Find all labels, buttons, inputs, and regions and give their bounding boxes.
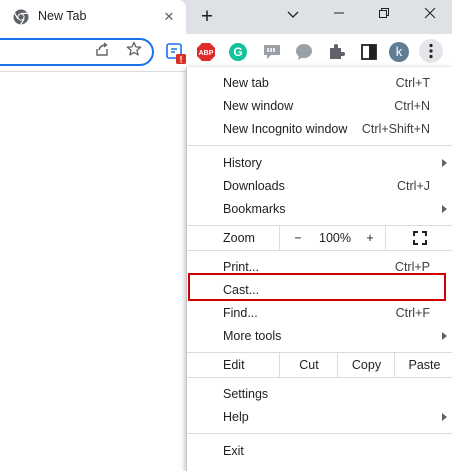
zoom-label: Zoom bbox=[223, 231, 255, 245]
chat-extension-icon[interactable] bbox=[294, 42, 314, 62]
menu-item-new-tab[interactable]: New tab Ctrl+T bbox=[187, 72, 452, 95]
profile-avatar[interactable]: k bbox=[389, 42, 409, 62]
submenu-arrow-icon bbox=[442, 413, 447, 421]
menu-item-new-window[interactable]: New window Ctrl+N bbox=[187, 95, 452, 118]
cut-button[interactable]: Cut bbox=[279, 353, 338, 377]
extension-badge: ! bbox=[180, 55, 183, 65]
tab-close-icon[interactable]: ✕ bbox=[160, 8, 178, 26]
submenu-arrow-icon bbox=[442, 159, 447, 167]
menu-item-more-tools[interactable]: More tools bbox=[187, 325, 452, 348]
close-window-icon[interactable] bbox=[418, 4, 442, 26]
menu-separator bbox=[187, 145, 452, 146]
zoom-in-button[interactable]: + bbox=[355, 226, 385, 250]
tab-new-tab[interactable]: New Tab ✕ bbox=[0, 0, 186, 34]
side-panel-icon[interactable] bbox=[359, 42, 379, 62]
paste-button[interactable]: Paste bbox=[394, 353, 452, 377]
submenu-arrow-icon bbox=[442, 205, 447, 213]
menu-item-downloads[interactable]: Downloads Ctrl+J bbox=[187, 175, 452, 198]
new-tab-button[interactable]: + bbox=[196, 6, 218, 28]
menu-more-button[interactable] bbox=[419, 39, 443, 63]
bookmark-star-icon[interactable] bbox=[126, 41, 142, 57]
svg-text:ABP: ABP bbox=[199, 50, 214, 57]
menu-item-exit[interactable]: Exit bbox=[187, 440, 452, 463]
extensions-puzzle-icon[interactable] bbox=[326, 42, 346, 62]
menu-item-find[interactable]: Find... Ctrl+F bbox=[187, 302, 452, 325]
tab-title: New Tab bbox=[38, 9, 87, 23]
fullscreen-button[interactable] bbox=[385, 226, 452, 250]
quote-extension-icon[interactable] bbox=[262, 42, 282, 62]
chrome-icon bbox=[13, 9, 29, 25]
svg-text:G: G bbox=[233, 45, 242, 59]
zoom-out-button[interactable]: − bbox=[279, 226, 316, 250]
more-vert-icon bbox=[429, 43, 433, 59]
zoom-level: 100% bbox=[319, 231, 351, 245]
copy-button[interactable]: Copy bbox=[337, 353, 395, 377]
menu-item-bookmarks[interactable]: Bookmarks bbox=[187, 198, 452, 221]
tab-search-icon[interactable] bbox=[281, 4, 305, 26]
restore-icon[interactable] bbox=[372, 4, 396, 26]
minimize-icon[interactable] bbox=[327, 4, 351, 26]
edit-row: Edit Cut Copy Paste bbox=[187, 353, 452, 377]
note-extension-icon[interactable]: ! bbox=[166, 42, 186, 65]
fullscreen-icon bbox=[413, 231, 427, 245]
cast-highlight-box bbox=[188, 273, 446, 301]
menu-item-settings[interactable]: Settings bbox=[187, 383, 452, 406]
share-icon[interactable] bbox=[94, 41, 110, 57]
menu-separator bbox=[187, 433, 452, 434]
menu-separator bbox=[187, 250, 452, 251]
menu-separator bbox=[187, 377, 452, 378]
zoom-row: Zoom − 100% + bbox=[187, 226, 452, 250]
chrome-main-menu: New tab Ctrl+T New window Ctrl+N New Inc… bbox=[186, 67, 452, 471]
grammarly-icon[interactable]: G bbox=[228, 42, 248, 62]
tab-strip: New Tab ✕ + bbox=[0, 0, 452, 34]
adblock-plus-icon[interactable]: ABP bbox=[196, 42, 216, 62]
menu-item-help[interactable]: Help bbox=[187, 406, 452, 429]
menu-item-new-incognito-window[interactable]: New Incognito window Ctrl+Shift+N bbox=[187, 118, 452, 141]
submenu-arrow-icon bbox=[442, 332, 447, 340]
menu-item-history[interactable]: History bbox=[187, 152, 452, 175]
edit-label: Edit bbox=[223, 358, 245, 372]
